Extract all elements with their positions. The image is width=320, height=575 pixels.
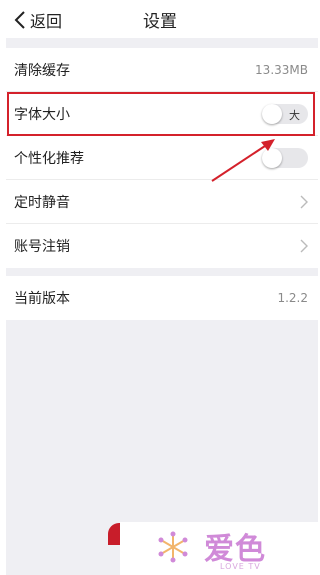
personalized-row: 个性化推荐 xyxy=(6,136,318,180)
timed-mute-label: 定时静音 xyxy=(14,194,70,211)
account-cancel-label: 账号注销 xyxy=(14,239,70,255)
watermark-subtitle: LOVE TV xyxy=(220,562,261,571)
clear-cache-label: 清除缓存 xyxy=(14,62,70,79)
cache-size-value: 13.33MB xyxy=(255,62,308,77)
chevron-right-icon xyxy=(300,195,308,208)
chevron-left-icon xyxy=(14,11,25,29)
back-button[interactable]: 返回 xyxy=(14,8,62,32)
clear-cache-row[interactable]: 清除缓存 13.33MB xyxy=(6,48,318,92)
nav-bar: 返回 设置 xyxy=(0,0,320,38)
version-value: 1.2.2 xyxy=(277,291,308,305)
toggle-knob xyxy=(262,147,282,168)
version-section: 当前版本 1.2.2 xyxy=(6,276,318,320)
timed-mute-row[interactable]: 定时静音 xyxy=(6,180,318,224)
snowflake-logo-icon xyxy=(158,531,188,563)
chevron-right-icon xyxy=(300,239,308,253)
version-label: 当前版本 xyxy=(14,291,70,307)
personalized-label: 个性化推荐 xyxy=(14,150,84,167)
back-label: 返回 xyxy=(30,12,63,31)
personalized-toggle[interactable] xyxy=(262,147,308,168)
account-cancel-row[interactable]: 账号注销 xyxy=(6,224,318,268)
font-size-highlight-box xyxy=(7,92,315,136)
settings-page: 清除缓存 13.33MB 字体大小 大 个性化推荐 定时静音 账号注销 当前版本… xyxy=(6,38,318,575)
page-title: 设置 xyxy=(143,11,177,32)
watermark: 爱色 LOVE TV xyxy=(120,522,320,575)
version-row: 当前版本 1.2.2 xyxy=(6,276,318,320)
settings-list: 清除缓存 13.33MB 字体大小 大 个性化推荐 定时静音 账号注销 xyxy=(6,48,318,268)
